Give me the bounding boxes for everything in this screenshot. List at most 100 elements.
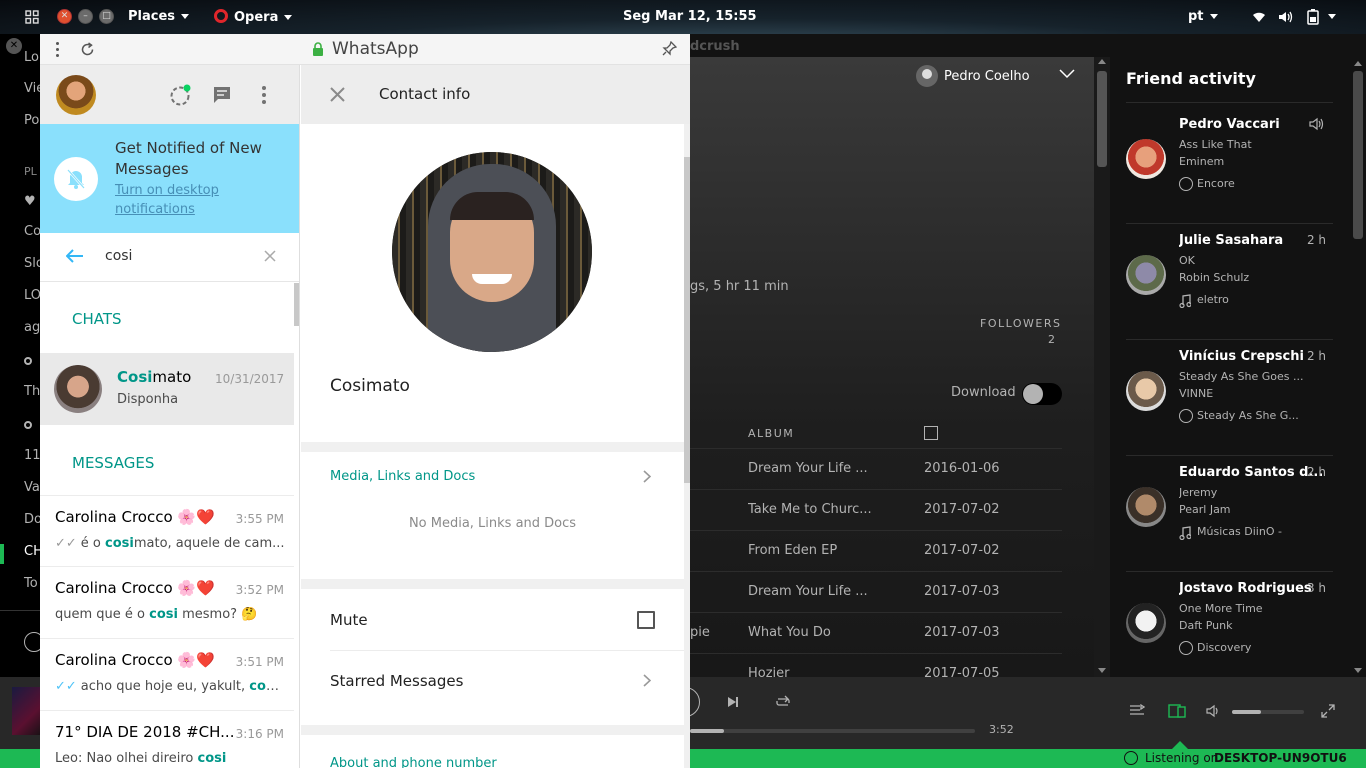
contact-info-scrollbar[interactable] [684,157,690,483]
sidebar-fragment[interactable]: Va [24,480,40,495]
message-result-row[interactable]: Carolina Crocco 🌸❤️ 3:52 PM quem que é o c… [40,567,294,639]
friend-name[interactable]: Vinícius Crepschi [1179,349,1327,364]
fullscreen-icon[interactable] [1321,704,1335,718]
friend-item[interactable]: Pedro Vaccari Ass Like That Eminem Encore [1110,117,1366,233]
volume-icon[interactable] [1206,704,1222,718]
album-column-header[interactable]: ALBUM [748,427,794,440]
friend-avatar[interactable] [1126,487,1166,527]
sidebar-fragment[interactable]: ♥ [24,194,36,209]
chat-list-menu-icon[interactable] [262,86,266,104]
friend-avatar[interactable] [1126,603,1166,643]
volume-slider[interactable] [1232,710,1304,714]
volume-icon[interactable] [1278,10,1294,24]
sidebar-fragment[interactable]: To [24,576,38,591]
friend-context[interactable]: Músicas DiinO - [1197,525,1327,538]
message-result-row[interactable]: 71° DIA DE 2018 #CH... 3:16 PM Leo: Nao ol… [40,711,294,768]
places-menu[interactable]: Places [128,9,190,24]
friend-name[interactable]: Julie Sasahara [1179,233,1327,248]
friend-artist[interactable]: Pearl Jam [1179,503,1309,516]
friend-item[interactable]: Vinícius Crepschi 2 h Steady As She Goes .… [1110,349,1366,465]
close-window-button[interactable]: ✕ [57,9,72,24]
track-artist-fragment[interactable]: pie [690,625,710,640]
chat-list-scrollbar[interactable] [294,283,299,326]
battery-icon[interactable] [1306,9,1320,25]
sidebar-fragment[interactable]: 11 [24,448,41,463]
chevron-down-icon[interactable] [1059,69,1075,79]
friend-context[interactable]: Encore [1197,177,1327,190]
track-album[interactable]: What You Do [748,625,868,640]
friend-item[interactable]: Julie Sasahara 2 h OK Robin Schulz eletro [1110,233,1366,349]
scrollbar-thumb[interactable] [1097,71,1107,167]
contact-profile-photo[interactable] [392,152,592,352]
friend-track[interactable]: Ass Like That [1179,138,1309,151]
track-album[interactable]: From Eden EP [748,543,868,558]
starred-messages-row[interactable]: Starred Messages [301,651,684,711]
sidebar-fragment[interactable]: Th [24,384,40,399]
new-chat-icon[interactable] [212,86,232,104]
chat-result-row[interactable]: Cosimato 10/31/2017 Disponha [40,353,294,425]
friend-track[interactable]: Jeremy [1179,486,1309,499]
grid-icon[interactable] [25,10,39,24]
sidebar-fragment[interactable]: LO [24,288,41,303]
friend-track[interactable]: One More Time [1179,602,1309,615]
friend-avatar[interactable] [1126,371,1166,411]
back-arrow-icon[interactable] [66,249,84,263]
skip-forward-icon[interactable] [726,695,740,709]
repeat-icon[interactable] [775,695,791,709]
friend-artist[interactable]: Robin Schulz [1179,271,1309,284]
message-result-row[interactable]: Carolina Crocco 🌸❤️ 3:51 PM ✓✓ acho que hoj… [40,639,294,711]
friend-name[interactable]: Jostavo Rodrigues [1179,581,1327,596]
close-contact-info-icon[interactable] [330,87,345,102]
calendar-icon[interactable] [924,426,938,440]
my-avatar[interactable] [56,75,96,115]
wifi-icon[interactable] [1252,11,1266,23]
friend-name[interactable]: Eduardo Santos d... [1179,465,1327,480]
friend-avatar[interactable] [1126,139,1166,179]
devices-icon[interactable] [1168,704,1186,718]
user-name[interactable]: Pedro Coelho [944,69,1030,84]
system-menu-arrow-icon[interactable] [1322,9,1336,24]
clear-search-icon[interactable] [264,250,276,262]
friend-context[interactable]: Discovery [1197,641,1327,654]
reload-icon[interactable] [80,42,95,57]
friend-scrollbar[interactable] [1350,57,1366,677]
language-menu[interactable]: pt [1188,9,1218,24]
friend-item[interactable]: Eduardo Santos d... 2 h Jeremy Pearl Jam Mús… [1110,465,1366,581]
maximize-window-button[interactable]: □ [99,9,114,24]
user-avatar[interactable] [916,65,938,87]
friend-artist[interactable]: Eminem [1179,155,1309,168]
sidebar-fragment[interactable]: ag [24,320,40,335]
friend-avatar[interactable] [1126,255,1166,295]
track-album[interactable]: Dream Your Life ... [748,584,868,599]
main-scrollbar[interactable] [1094,57,1110,677]
clock[interactable]: Seg Mar 12, 15:55 [623,9,757,24]
media-links-docs-row[interactable]: Media, Links and Docs [301,452,684,502]
friend-track[interactable]: OK [1179,254,1309,267]
sidebar-fragment[interactable]: Co [24,224,41,239]
queue-icon[interactable] [1129,704,1145,718]
friend-context[interactable]: eletro [1197,293,1327,306]
friend-context[interactable]: Steady As She G... [1197,409,1327,422]
pin-icon[interactable] [662,41,677,56]
track-album[interactable]: Dream Your Life ... [748,461,868,476]
friend-track[interactable]: Steady As She Goes ... [1179,370,1309,383]
sidebar-fragment[interactable]: Po [24,113,39,128]
more-menu-icon[interactable] [56,42,59,57]
friend-artist[interactable]: VINNE [1179,387,1309,400]
opera-menu[interactable]: Opera [214,9,293,25]
track-album[interactable]: Take Me to Churc... [748,502,873,517]
minimize-window-button[interactable]: – [78,9,93,24]
sidebar-fragment[interactable]: Lo [24,50,39,65]
playback-progress-bar[interactable] [690,729,975,733]
track-album[interactable]: Hozier [748,666,868,677]
status-icon[interactable] [169,83,193,107]
enable-notifications-link[interactable]: Turn on desktop notifications [115,181,265,219]
mute-checkbox[interactable] [637,611,655,629]
mute-row[interactable]: Mute [301,589,684,649]
spotify-close-icon[interactable]: ✕ [6,38,22,54]
friend-artist[interactable]: Daft Punk [1179,619,1309,632]
search-input[interactable]: cosi [105,248,132,264]
friend-name[interactable]: Pedro Vaccari [1179,117,1327,132]
scrollbar-thumb[interactable] [1353,71,1363,239]
message-result-row[interactable]: Carolina Crocco 🌸❤️ 3:55 PM ✓✓ é o cosimato… [40,495,294,567]
